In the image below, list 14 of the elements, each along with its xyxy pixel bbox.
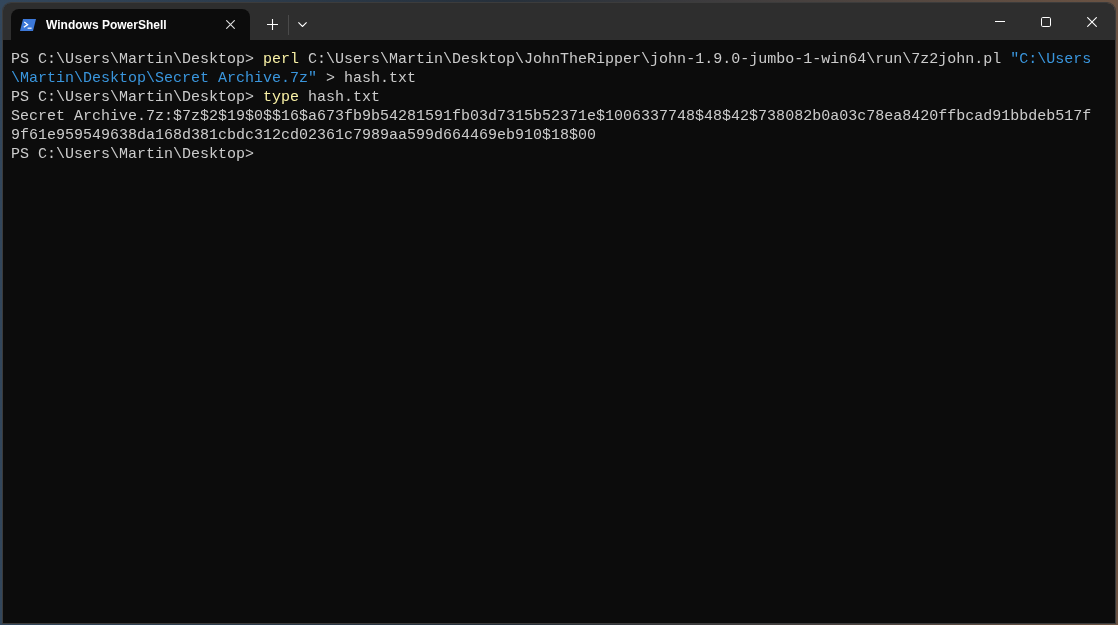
close-icon [225, 20, 235, 29]
terminal-line: Secret Archive.7z:$7z$2$19$0$$16$a673fb9b54281591fb03d7315b52371e$1006337748$48$42$738082b0a03c78ea8420ffbcad91bbdeb517f [11, 107, 1092, 126]
tab[interactable]: Windows PowerShell [11, 9, 250, 40]
terminal-line: PS C:\Users\Martin\Desktop> type hash.txt [11, 88, 381, 107]
close-icon [1087, 16, 1097, 27]
terminal-line: \Martin\Desktop\Secret Archive.7z" > hash.txt [11, 69, 417, 88]
chevron-down-icon [297, 22, 307, 27]
shell-icon [20, 18, 36, 31]
terminal-line: PS C:\Users\Martin\Desktop> [11, 145, 255, 164]
terminal-line: 9f61e959549638da168d381cbdc312cd02361c7989aa599d664469eb910$18$00 [11, 126, 597, 145]
plus-icon [266, 19, 278, 30]
maximize-icon [1041, 16, 1051, 27]
minimize-icon [995, 21, 1005, 22]
terminal-line: PS C:\Users\Martin\Desktop> perl C:\Users\Martin\Desktop\JohnTheRipper\john-1.9.0-jumbo-1-win64\run\7z2john.pl "C:\Users [11, 50, 1092, 69]
